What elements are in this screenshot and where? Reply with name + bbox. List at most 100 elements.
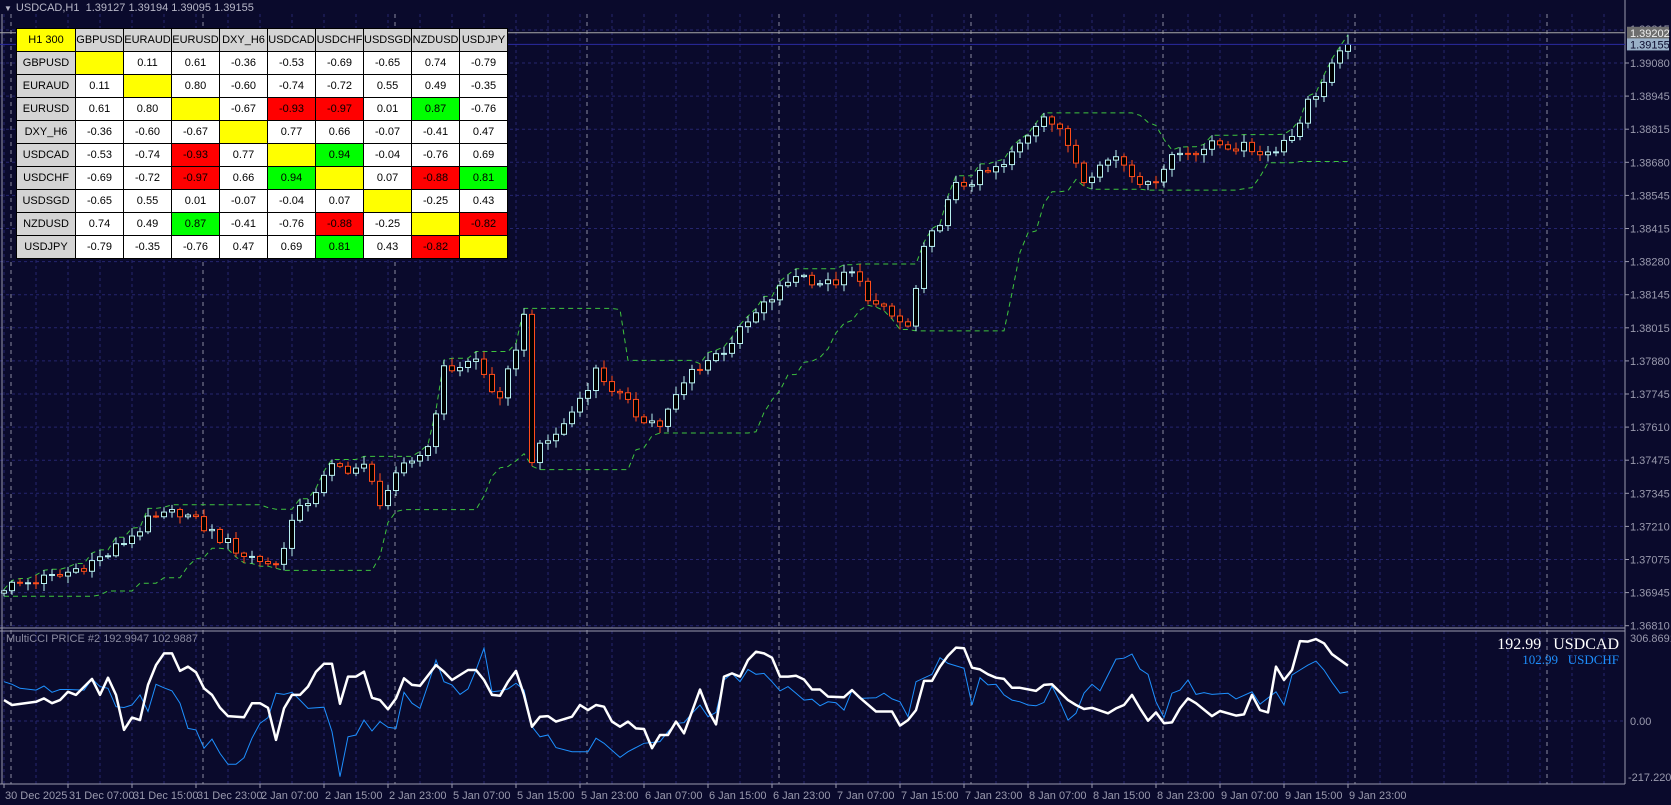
candle-body [417, 455, 423, 462]
candle-bear [625, 387, 631, 404]
indicator-title: MultiCCI PRICE #2 192.9947 102.9887 [6, 633, 199, 645]
candle-bull [801, 273, 807, 279]
price-axis-label: 1.37075 [1630, 555, 1670, 567]
correlation-cell: -0.36 [75, 120, 124, 144]
time-axis-label: 6 Jan 07:00 [645, 790, 703, 802]
candle-bear [961, 176, 967, 190]
candle-body [1185, 152, 1191, 155]
candle-body [353, 467, 359, 474]
candle-bull [1289, 128, 1295, 143]
correlation-cell [267, 143, 316, 167]
candle-body [89, 560, 95, 572]
candle-body [729, 342, 735, 354]
matrix-row: NZDUSD 0.74 0.49 0.87 -0.41 -0.76 -0.88 -0.25 -0… [16, 212, 509, 236]
candle-body [1089, 176, 1095, 184]
correlation-cell: -0.53 [267, 51, 316, 75]
correlation-cell: 0.81 [459, 166, 509, 190]
candle-body [473, 358, 479, 362]
matrix-column-header: NZDUSD [411, 28, 461, 52]
correlation-matrix: H1 300 GBPUSD EURAUD EURUSD DXY_H6 USDCAD USDC… [16, 28, 509, 259]
candle-bull [1169, 151, 1175, 177]
candle-bear [529, 309, 535, 467]
candle-body [801, 274, 807, 278]
candle-body [1097, 164, 1103, 178]
candle-bull [1001, 159, 1007, 173]
correlation-cell: -0.76 [267, 212, 316, 236]
correlation-cell [75, 51, 124, 75]
candle-body [1113, 156, 1119, 161]
candle-bull [569, 406, 575, 428]
candle-body [689, 368, 695, 384]
candle-body [673, 394, 679, 410]
correlation-cell: -0.82 [411, 235, 461, 259]
correlation-cell: -0.65 [75, 189, 124, 213]
candle-bull [545, 434, 551, 450]
candle-bull [713, 350, 719, 363]
candle-bear [489, 367, 495, 394]
chevron-down-icon[interactable]: ▼ [4, 4, 12, 13]
candle-body [665, 408, 671, 427]
candle-bull [521, 308, 527, 357]
matrix-row-header: USDCHF [16, 166, 76, 190]
time-axis-label: 31 Dec 23:00 [197, 790, 262, 802]
candle-body [625, 392, 631, 400]
matrix-row: USDJPY -0.79 -0.35 -0.76 0.47 0.69 0.81 0.43 -0.… [16, 235, 509, 259]
correlation-cell: 0.55 [362, 74, 413, 98]
candle-body [441, 365, 447, 415]
candle-bull [1345, 34, 1351, 60]
candle-body [617, 390, 623, 394]
correlation-cell: 0.74 [411, 51, 461, 75]
matrix-column-header: USDCAD [267, 28, 316, 52]
candle-body [1033, 125, 1039, 137]
price-axis-label: 1.38415 [1630, 224, 1670, 236]
correlation-cell: 0.07 [315, 189, 364, 213]
correlation-cell: 0.69 [267, 235, 316, 259]
candle-body [793, 276, 799, 283]
correlation-cell [459, 235, 509, 259]
candle-body [681, 382, 687, 396]
matrix-row: USDSGD -0.65 0.55 0.01 -0.07 -0.04 0.07 -0.25 0.… [16, 189, 509, 213]
candle-body [1145, 181, 1151, 185]
time-axis-label: 9 Jan 07:00 [1221, 790, 1279, 802]
candle-bull [1017, 139, 1023, 158]
candle-bull [289, 514, 295, 557]
candle-bull [673, 386, 679, 413]
candle-body [513, 349, 519, 370]
candle-body [1297, 122, 1303, 137]
candle-bear [265, 557, 271, 567]
candle-body [425, 446, 431, 457]
price-axis-label: 1.37210 [1630, 521, 1670, 533]
candle-body [81, 568, 87, 572]
correlation-cell: -0.67 [219, 97, 268, 121]
candle-body [225, 538, 231, 543]
correlation-cell: -0.36 [219, 51, 268, 75]
correlation-cell: -0.07 [362, 120, 413, 144]
candle-bull [281, 542, 287, 571]
candle-body [769, 299, 775, 303]
candle-body [1193, 152, 1199, 156]
candle-body [289, 519, 295, 549]
candle-body [713, 353, 719, 362]
candle-bull [1209, 135, 1215, 156]
price-axis-label: 1.38945 [1630, 91, 1670, 103]
candle-body [1265, 151, 1271, 156]
candle-body [977, 169, 983, 186]
candle-body [505, 368, 511, 399]
candle-body [777, 285, 783, 301]
candle-bull [769, 298, 775, 311]
candle-body [809, 274, 815, 286]
correlation-cell: 0.66 [219, 166, 268, 190]
correlation-cell: -0.76 [459, 97, 509, 121]
candle-bull [689, 364, 695, 391]
correlation-cell [219, 120, 268, 144]
candle-bull [761, 296, 767, 321]
candle-body [1337, 50, 1343, 64]
cci-legend-second: 102.99 USDCHF [1522, 652, 1619, 668]
time-axis-label: 8 Jan 07:00 [1029, 790, 1087, 802]
candle-bear [193, 510, 199, 520]
price-axis-label: 1.36810 [1630, 621, 1670, 633]
correlation-cell: -0.79 [459, 51, 509, 75]
candle-bear [273, 561, 279, 569]
correlation-cell: 0.11 [123, 51, 172, 75]
candle-bull [1009, 146, 1015, 171]
